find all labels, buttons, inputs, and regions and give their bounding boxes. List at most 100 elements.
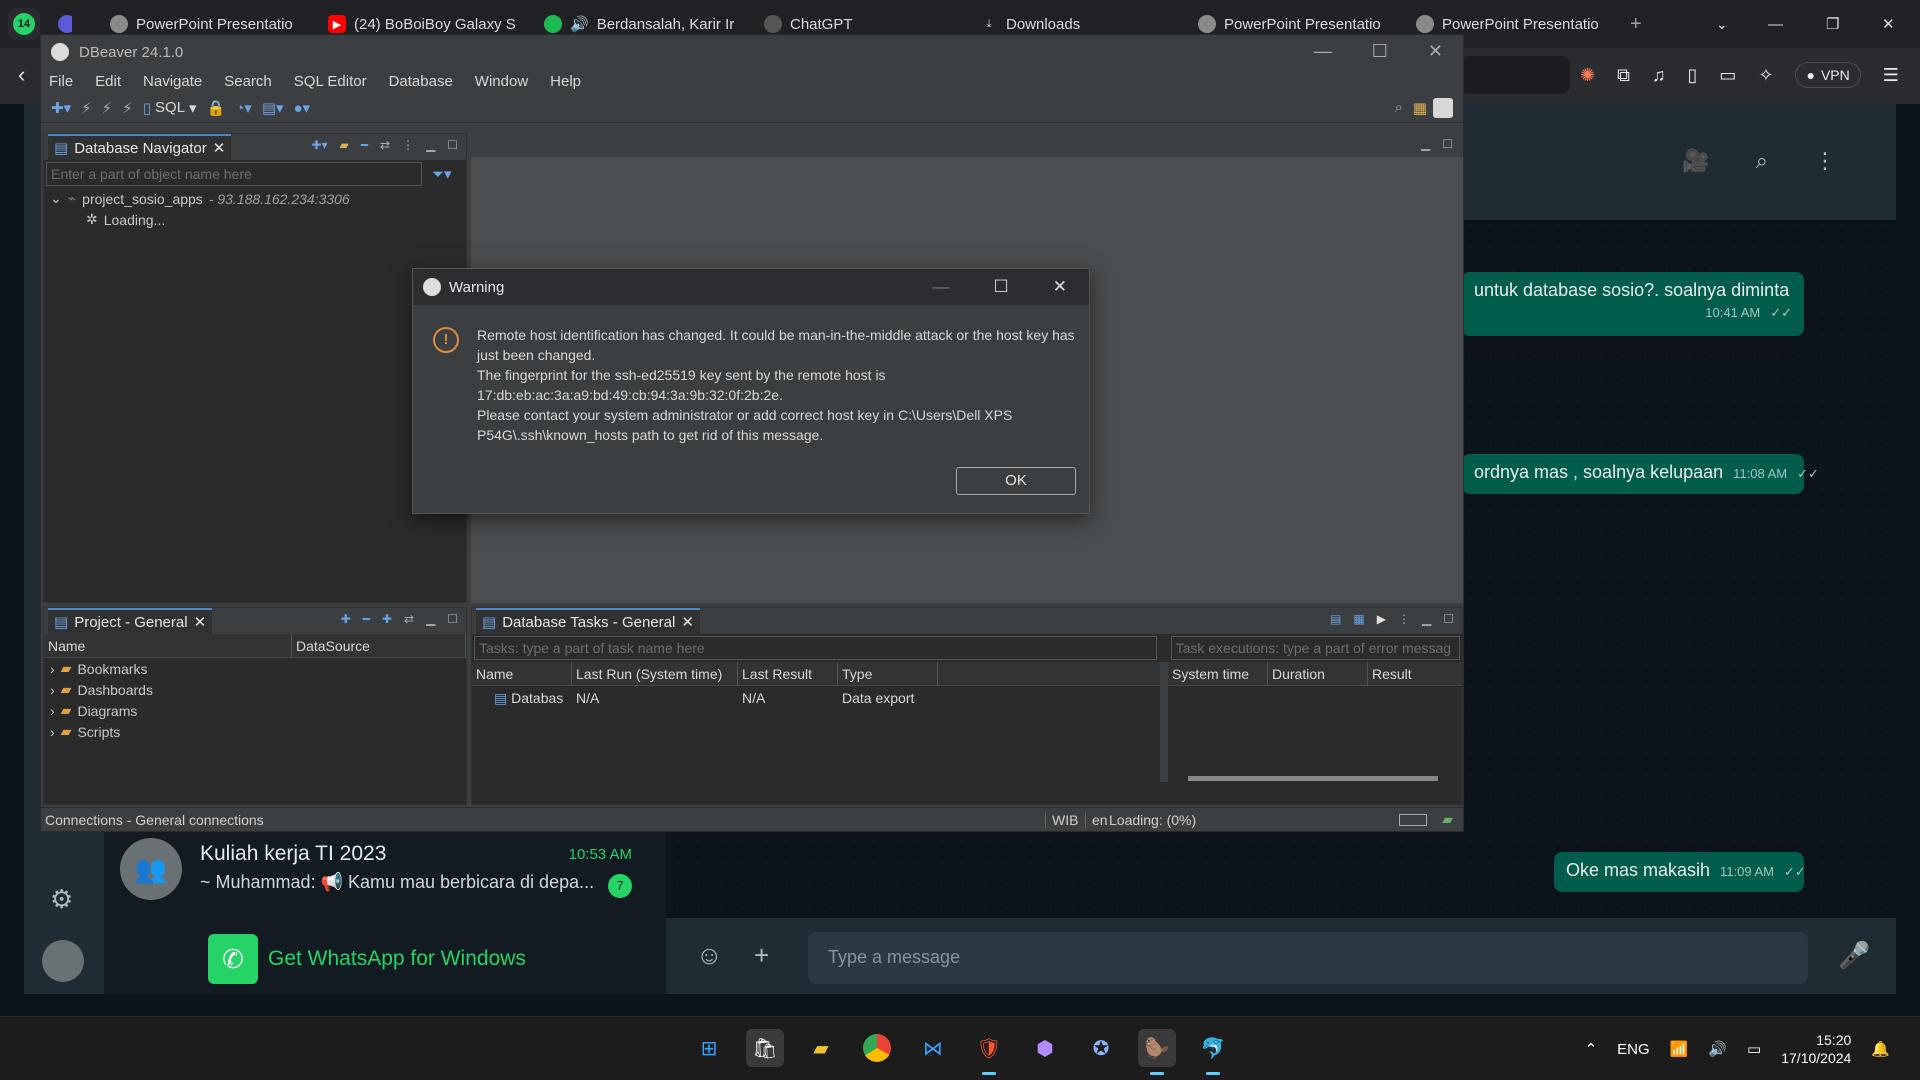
link-icon[interactable]: ⇄ [380, 138, 390, 152]
project-item-dashboards[interactable]: › ▰ Dashboards [44, 679, 466, 700]
wallet-icon[interactable]: ▭ [1719, 65, 1736, 86]
task-executions-filter-input[interactable]: Task executions: type a part of error me… [1170, 636, 1460, 660]
brave-icon[interactable]: 🛡 [970, 1029, 1008, 1075]
close-icon[interactable]: ✕ [1053, 277, 1067, 297]
battery-icon[interactable]: ▭ [1747, 1040, 1761, 1058]
emoji-icon[interactable]: ☺ [696, 940, 723, 971]
leo-icon[interactable]: ✧ [1758, 65, 1773, 86]
perspective-icon[interactable]: ▦ [1413, 99, 1427, 117]
column-last-result[interactable]: Last Result [738, 661, 838, 686]
menu-sql-editor[interactable]: SQL Editor [294, 73, 367, 90]
user-avatar[interactable] [42, 940, 84, 982]
table-row[interactable]: ▤ Databas N/A N/A Data export [472, 686, 1160, 710]
chevron-down-icon[interactable]: ⌄ [50, 190, 62, 207]
music-icon[interactable]: ♫ [1652, 65, 1666, 86]
microphone-icon[interactable]: 🎤 [1838, 940, 1870, 971]
view-menu-icon[interactable]: ⋮ [1398, 612, 1410, 626]
navigator-filter-input[interactable]: Enter a part of object name here [46, 162, 422, 186]
memory-bar[interactable] [1399, 813, 1427, 826]
project-item-bookmarks[interactable]: › ▰ Bookmarks [44, 658, 466, 679]
link-icon[interactable]: ⇄ [404, 612, 414, 626]
menu-search[interactable]: Search [224, 73, 272, 90]
chevron-right-icon[interactable]: › [50, 682, 55, 698]
schema-icon[interactable]: ▤▾ [262, 99, 284, 117]
column-duration[interactable]: Duration [1268, 661, 1368, 686]
app-icon[interactable]: ✪ [1082, 1029, 1120, 1067]
whatsapp-tab-icon[interactable]: 14 [8, 8, 40, 40]
file-explorer-icon[interactable]: ▰ [802, 1029, 840, 1067]
language-indicator[interactable]: ENG [1617, 1041, 1650, 1058]
column-result[interactable]: Result [1368, 662, 1462, 686]
minimize-view-icon[interactable]: ▁ [1422, 612, 1431, 626]
tab-database-tasks[interactable]: ▤ Database Tasks - General ✕ [476, 608, 700, 634]
menu-edit[interactable]: Edit [95, 73, 121, 90]
tab-powerpoint-3[interactable]: PowerPoint Presentatio [1416, 12, 1606, 36]
disconnect-all-icon[interactable]: ⚡ [122, 99, 133, 117]
chevron-down-icon[interactable]: ⌄ [1716, 12, 1728, 36]
get-whatsapp-banner[interactable]: ✆ Get WhatsApp for Windows [208, 934, 526, 984]
dbeaver-perspective-icon[interactable] [1433, 97, 1453, 118]
tab-downloads[interactable]: ⤓ Downloads [980, 12, 1120, 36]
tab-spotify[interactable]: 🔊 Berdansalah, Karir Ir [544, 12, 734, 36]
chevron-right-icon[interactable]: › [50, 703, 55, 719]
minimize-view-icon[interactable]: ▁ [1421, 137, 1430, 151]
collapse-icon[interactable]: ━ [361, 138, 368, 152]
notification-icon[interactable]: 🔔 [1871, 1040, 1890, 1058]
maximize-view-icon[interactable]: ☐ [1442, 137, 1453, 151]
maximize-icon[interactable]: ☐ [1372, 41, 1388, 62]
chat-list-item[interactable]: 👥 Kuliah kerja TI 2023 10:53 AM ~ Muhamm… [104, 830, 666, 918]
new-connection-icon[interactable]: ✚▾ [311, 138, 327, 152]
folder-icon[interactable]: ▰ [339, 138, 348, 152]
minimize-icon[interactable]: — [1768, 12, 1783, 36]
ok-button[interactable]: OK [956, 467, 1076, 495]
connection-node[interactable]: ⌄ ⌁ project_sosio_apps - 93.188.162.234:… [44, 188, 466, 209]
virtualbox-icon[interactable]: ⬢ [1026, 1029, 1064, 1067]
search-icon[interactable]: ⌕ [1756, 148, 1768, 174]
tab-powerpoint-1[interactable]: PowerPoint Presentatio [110, 12, 300, 36]
task-filter-input[interactable]: Tasks: type a part of task name here [474, 636, 1157, 660]
column-datasource[interactable]: DataSource [292, 633, 466, 658]
sql-editor-button[interactable]: ▯ SQL ▾ [143, 99, 197, 117]
chevron-up-icon[interactable]: ⌃ [1585, 1040, 1598, 1058]
column-last-run[interactable]: Last Run (System time) [572, 661, 738, 686]
menu-navigate[interactable]: Navigate [143, 73, 202, 90]
attach-plus-icon[interactable]: + [754, 940, 769, 971]
maximize-view-icon[interactable]: ☐ [1443, 612, 1454, 626]
lock-icon[interactable]: 🔒 [207, 99, 226, 117]
run-task-icon[interactable]: ▶ [1377, 612, 1386, 626]
new-connection-icon[interactable]: ✚▾ [51, 99, 71, 117]
message-input[interactable]: Type a message [808, 932, 1808, 984]
menu-window[interactable]: Window [475, 73, 528, 90]
maximize-view-icon[interactable]: ☐ [447, 612, 458, 626]
store-icon[interactable]: 🛍 [746, 1029, 784, 1067]
maximize-view-icon[interactable]: ☐ [447, 138, 458, 152]
search-tool-icon[interactable]: ●▾ [294, 99, 311, 117]
create-task-icon[interactable]: ▤ [1330, 612, 1341, 626]
menu-icon[interactable]: ☰ [1883, 65, 1899, 86]
vpn-button[interactable]: ● VPN [1795, 62, 1861, 88]
minimize-view-icon[interactable]: ▁ [426, 138, 435, 152]
close-tab-icon[interactable]: ✕ [213, 139, 226, 157]
dbeaver-icon[interactable]: 🦫 [1138, 1029, 1176, 1075]
add-icon[interactable]: ✚ [341, 612, 351, 626]
menu-file[interactable]: File [49, 73, 73, 90]
menu-database[interactable]: Database [389, 73, 453, 90]
wifi-icon[interactable]: 📶 [1670, 1040, 1689, 1058]
horizontal-scrollbar[interactable] [1188, 776, 1438, 781]
more-options-icon[interactable]: ⋮ [1814, 148, 1836, 174]
settings-gear-icon[interactable]: ⚙ [50, 884, 73, 915]
transaction-icon[interactable]: ◔▾ [235, 99, 252, 117]
close-tab-icon[interactable]: ✕ [194, 613, 207, 631]
tab-database-navigator[interactable]: ▤ Database Navigator ✕ [48, 134, 232, 160]
start-icon[interactable]: ⊞ [690, 1029, 728, 1067]
column-name[interactable]: Name [472, 661, 572, 686]
volume-icon[interactable]: 🔊 [1708, 1040, 1727, 1058]
tab-project-general[interactable]: ▤ Project - General ✕ [48, 608, 213, 634]
tab-powerpoint-2[interactable]: PowerPoint Presentatio [1198, 12, 1388, 36]
brave-rewards-icon[interactable]: ✺ [1580, 65, 1595, 86]
tab-chatgpt[interactable]: ChatGPT [764, 12, 904, 36]
vscode-icon[interactable]: ⋈ [914, 1029, 952, 1067]
filter-icon[interactable]: ⏷▾ [432, 165, 452, 183]
schedule-icon[interactable]: ▦ [1353, 612, 1364, 626]
column-type[interactable]: Type [838, 661, 938, 686]
